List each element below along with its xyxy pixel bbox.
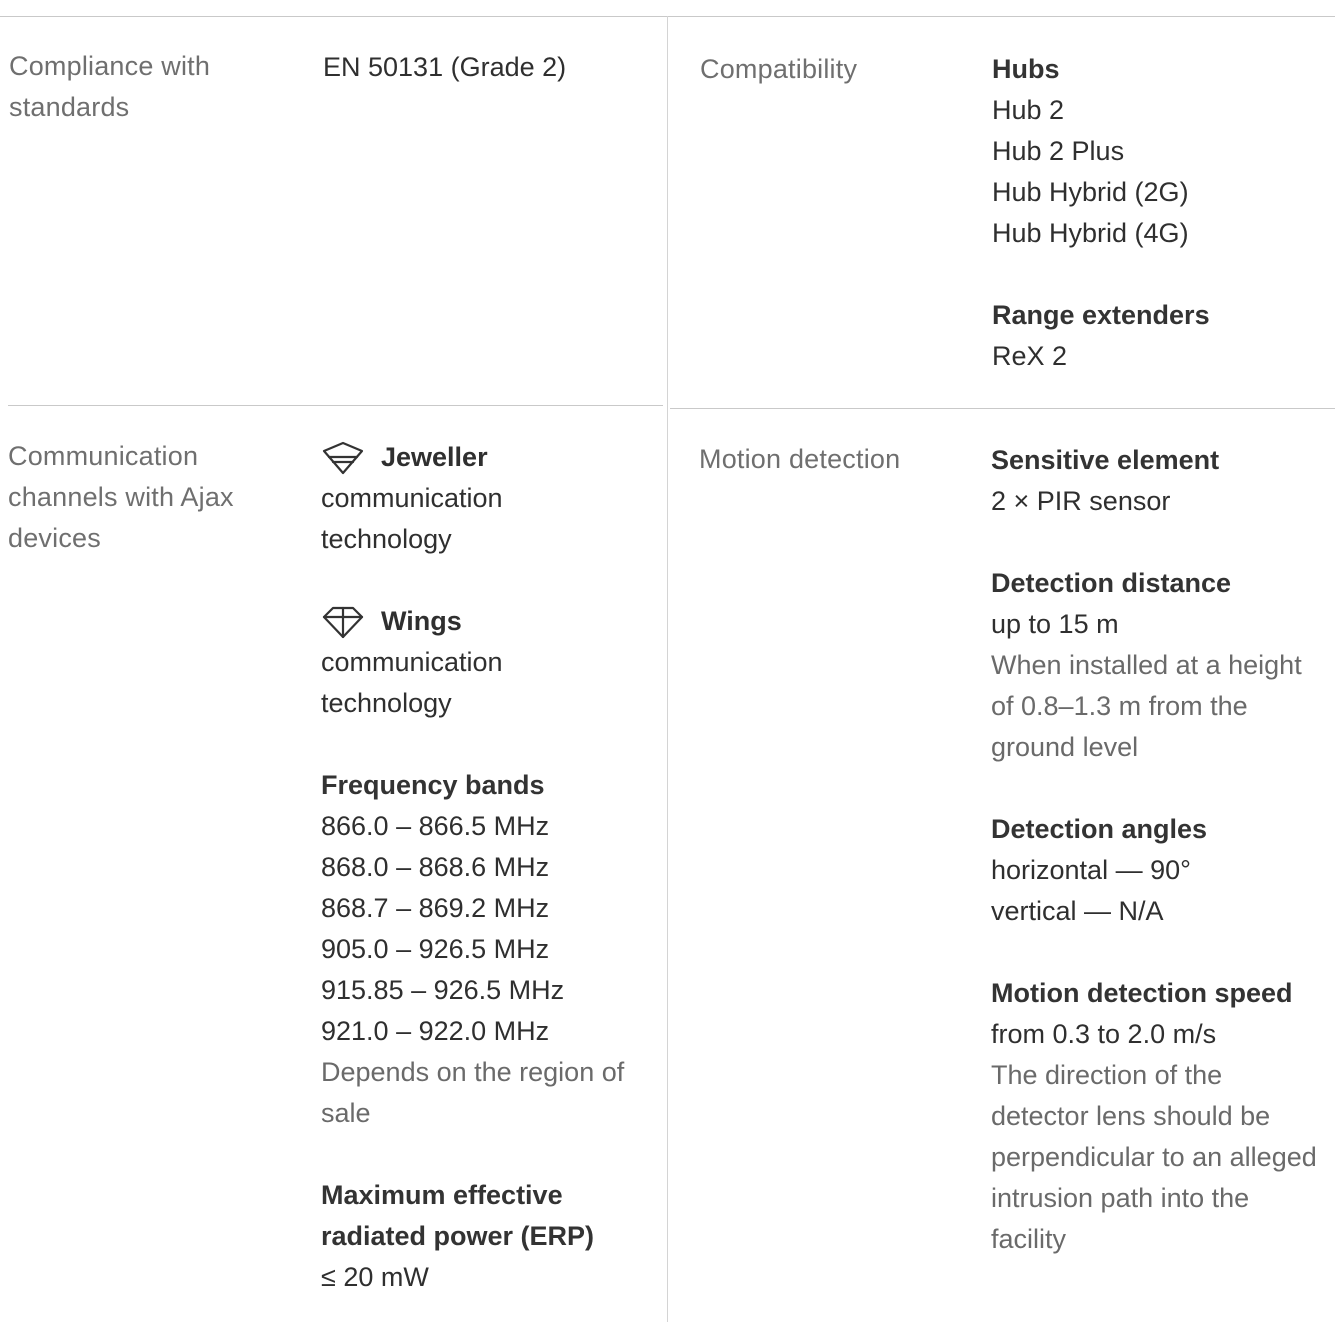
label-compatibility: Compatibility	[700, 54, 858, 84]
group-detection-angles: Detection angles horizontal — 90° vertic…	[991, 809, 1317, 932]
group-motion-speed: Motion detection speed from 0.3 to 2.0 m…	[991, 973, 1317, 1260]
note: Depends on the region of	[321, 1057, 625, 1087]
group-frequency-bands: Frequency bands 866.0 – 866.5 MHz 868.0 …	[321, 765, 624, 1134]
note: facility	[991, 1224, 1067, 1254]
list-item: Hub 2	[992, 95, 1065, 125]
tech-name: Jeweller	[381, 442, 488, 472]
group-heading: Hubs	[992, 54, 1060, 84]
note: The direction of the	[991, 1060, 1223, 1090]
group-heading: Frequency bands	[321, 770, 545, 800]
list-item: up to 15 m	[991, 609, 1119, 639]
row-divider-left	[8, 405, 663, 406]
group-heading: radiated power (ERP)	[321, 1221, 595, 1251]
value-motion-detection: Sensitive element 2 × PIR sensor Detecti…	[991, 440, 1317, 1260]
group-heading: Detection angles	[991, 814, 1208, 844]
list-item: 915.85 – 926.5 MHz	[321, 975, 565, 1005]
list-item: 905.0 – 926.5 MHz	[321, 934, 550, 964]
list-item: vertical — N/A	[991, 896, 1164, 926]
list-item: 921.0 – 922.0 MHz	[321, 1016, 550, 1046]
note: perpendicular to an alleged	[991, 1142, 1317, 1172]
label-communication: Communication channels with Ajax devices	[8, 441, 234, 553]
list-item: horizontal — 90°	[991, 855, 1191, 885]
list-item: Hub 2 Plus	[992, 136, 1125, 166]
note: ground level	[991, 732, 1139, 762]
list-item: ReX 2	[992, 341, 1068, 371]
list-item: 868.0 – 868.6 MHz	[321, 852, 550, 882]
tech-jeweller: Jeweller communication technology	[321, 437, 624, 560]
group-heading: Detection distance	[991, 568, 1232, 598]
value-compatibility: Hubs Hub 2 Hub 2 Plus Hub Hybrid (2G) Hu…	[992, 49, 1210, 377]
list-item: Hub Hybrid (4G)	[992, 218, 1189, 248]
group-detection-distance: Detection distance up to 15 m When insta…	[991, 563, 1317, 768]
note: When installed at a height	[991, 650, 1302, 680]
group-heading: Sensitive element	[991, 445, 1220, 475]
tech-wings: Wings communication technology	[321, 601, 624, 724]
list-item: Hub Hybrid (2G)	[992, 177, 1189, 207]
group-range-extenders: Range extenders ReX 2	[992, 295, 1210, 377]
group-heading: Range extenders	[992, 300, 1210, 330]
jeweller-icon	[322, 441, 364, 474]
note: of 0.8–1.3 m from the	[991, 691, 1248, 721]
note: sale	[321, 1098, 371, 1128]
value-compliance: EN 50131 (Grade 2)	[323, 52, 567, 82]
group-heading: Maximum effective	[321, 1180, 563, 1210]
group-heading: Motion detection speed	[991, 978, 1293, 1008]
column-divider	[667, 16, 668, 1322]
note: intrusion path into the	[991, 1183, 1250, 1213]
value-communication: Jeweller communication technology Wings …	[321, 437, 624, 1298]
group-hubs: Hubs Hub 2 Hub 2 Plus Hub Hybrid (2G) Hu…	[992, 49, 1210, 254]
row-divider-right	[670, 408, 1335, 409]
label-compliance: Compliance with standards	[9, 51, 211, 122]
group-sensitive-element: Sensitive element 2 × PIR sensor	[991, 440, 1317, 522]
list-item: ≤ 20 mW	[321, 1262, 429, 1292]
list-item: 868.7 – 869.2 MHz	[321, 893, 550, 923]
wings-icon	[322, 606, 364, 638]
tech-name: Wings	[381, 606, 462, 636]
label-motion-detection: Motion detection	[699, 444, 901, 474]
list-item: from 0.3 to 2.0 m/s	[991, 1019, 1217, 1049]
note: detector lens should be	[991, 1101, 1271, 1131]
list-item: 2 × PIR sensor	[991, 486, 1171, 516]
list-item: 866.0 – 866.5 MHz	[321, 811, 550, 841]
group-max-erp: Maximum effective radiated power (ERP) ≤…	[321, 1175, 624, 1298]
